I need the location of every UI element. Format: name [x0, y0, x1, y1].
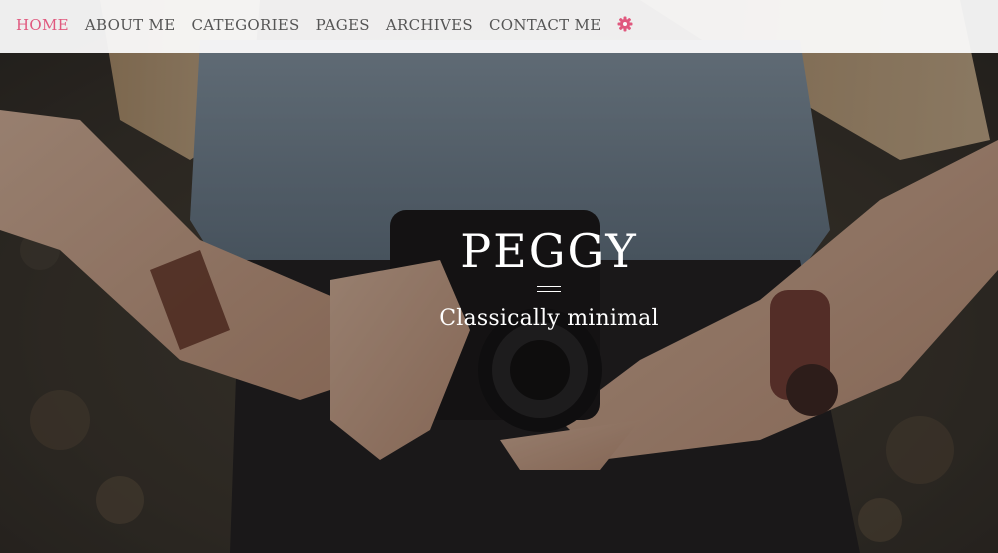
nav-item-about-me[interactable]: ABOUT ME: [85, 16, 176, 34]
title-divider: [537, 286, 561, 292]
hero-heading-block: PEGGY Classically minimal: [0, 222, 998, 331]
nav-item-archives[interactable]: ARCHIVES: [386, 16, 473, 34]
gear-icon[interactable]: [617, 16, 633, 32]
site-tagline: Classically minimal: [439, 306, 659, 331]
nav-item-categories[interactable]: CATEGORIES: [191, 16, 299, 34]
site-title[interactable]: PEGGY: [0, 222, 998, 280]
nav-item-contact-me[interactable]: CONTACT ME: [489, 16, 601, 34]
main-navigation: HOME ABOUT ME CATEGORIES PAGES ARCHIVES …: [0, 0, 998, 53]
page: HOME ABOUT ME CATEGORIES PAGES ARCHIVES …: [0, 0, 998, 553]
nav-item-home[interactable]: HOME: [16, 16, 69, 34]
nav-item-pages[interactable]: PAGES: [316, 16, 370, 34]
